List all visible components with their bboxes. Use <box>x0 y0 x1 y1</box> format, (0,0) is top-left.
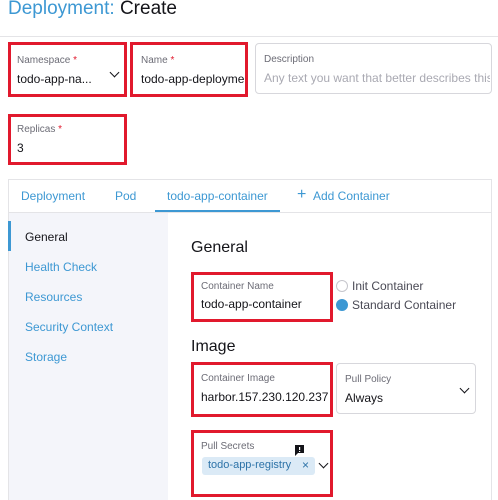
namespace-select[interactable]: Namespace * todo-app-na... <box>8 42 127 97</box>
chevron-down-icon <box>109 67 120 78</box>
container-name-label: Container Name <box>201 281 274 292</box>
sidebar-active-indicator <box>8 221 11 251</box>
plus-icon: + <box>297 186 307 203</box>
breadcrumb-deployment[interactable]: Deployment: <box>8 0 115 19</box>
pull-secret-chip-label: todo-app-registry <box>208 459 292 471</box>
sidebar-item-general[interactable]: General <box>25 230 68 244</box>
tab-todo-app-container[interactable]: todo-app-container <box>167 189 268 203</box>
tab-deployment[interactable]: Deployment <box>21 189 85 203</box>
radio-standard-container[interactable] <box>336 299 348 311</box>
close-icon[interactable]: × <box>302 458 309 472</box>
namespace-label: Namespace * <box>17 55 78 66</box>
flag-icon <box>295 445 304 456</box>
page-title: Deployment: Create <box>8 0 177 21</box>
container-name-value: todo-app-container <box>201 297 302 311</box>
sidebar-item-health-check[interactable]: Health Check <box>25 260 97 274</box>
chevron-down-icon <box>318 458 329 469</box>
pull-secret-chip: todo-app-registry × <box>202 457 315 475</box>
name-input[interactable]: Name * todo-app-deployme <box>130 42 248 97</box>
tab-add-container[interactable]: Add Container <box>313 189 390 203</box>
standard-container-label: Standard Container <box>352 298 457 312</box>
replicas-input[interactable]: Replicas * 3 <box>8 114 127 165</box>
radio-init-container[interactable] <box>336 280 348 292</box>
init-container-label: Init Container <box>352 279 424 293</box>
namespace-value: todo-app-na... <box>17 72 92 86</box>
pull-policy-label: Pull Policy <box>345 374 392 385</box>
description-label: Description <box>264 54 315 65</box>
name-value: todo-app-deployme <box>141 72 245 86</box>
sidebar-item-resources[interactable]: Resources <box>25 290 82 304</box>
container-name-input[interactable]: Container Name todo-app-container <box>191 272 333 322</box>
content-right-border <box>491 213 492 500</box>
replicas-label: Replicas * <box>17 124 63 135</box>
chevron-down-icon <box>459 383 470 394</box>
title-divider <box>0 36 498 37</box>
pull-policy-value: Always <box>345 391 384 405</box>
page-title-action: Create <box>119 0 177 19</box>
container-image-value: harbor.157.230.120.237 <box>201 390 329 404</box>
container-image-label: Container Image <box>201 373 275 384</box>
image-heading: Image <box>191 338 236 355</box>
replicas-value: 3 <box>17 141 24 155</box>
sidebar-item-storage[interactable]: Storage <box>25 350 67 364</box>
container-image-input[interactable]: Container Image harbor.157.230.120.237 <box>191 362 333 417</box>
active-tab-indicator <box>155 210 280 212</box>
name-label: Name * <box>141 55 175 66</box>
description-placeholder: Any text you want that better describes … <box>264 71 490 85</box>
tab-pod[interactable]: Pod <box>115 189 136 203</box>
pull-policy-select[interactable]: Pull Policy Always <box>336 363 476 414</box>
general-heading: General <box>191 239 248 256</box>
pull-secrets-label: Pull Secrets <box>201 441 255 452</box>
sidebar-item-security-context[interactable]: Security Context <box>25 320 113 334</box>
description-input[interactable]: Description Any text you want that bette… <box>255 43 492 94</box>
